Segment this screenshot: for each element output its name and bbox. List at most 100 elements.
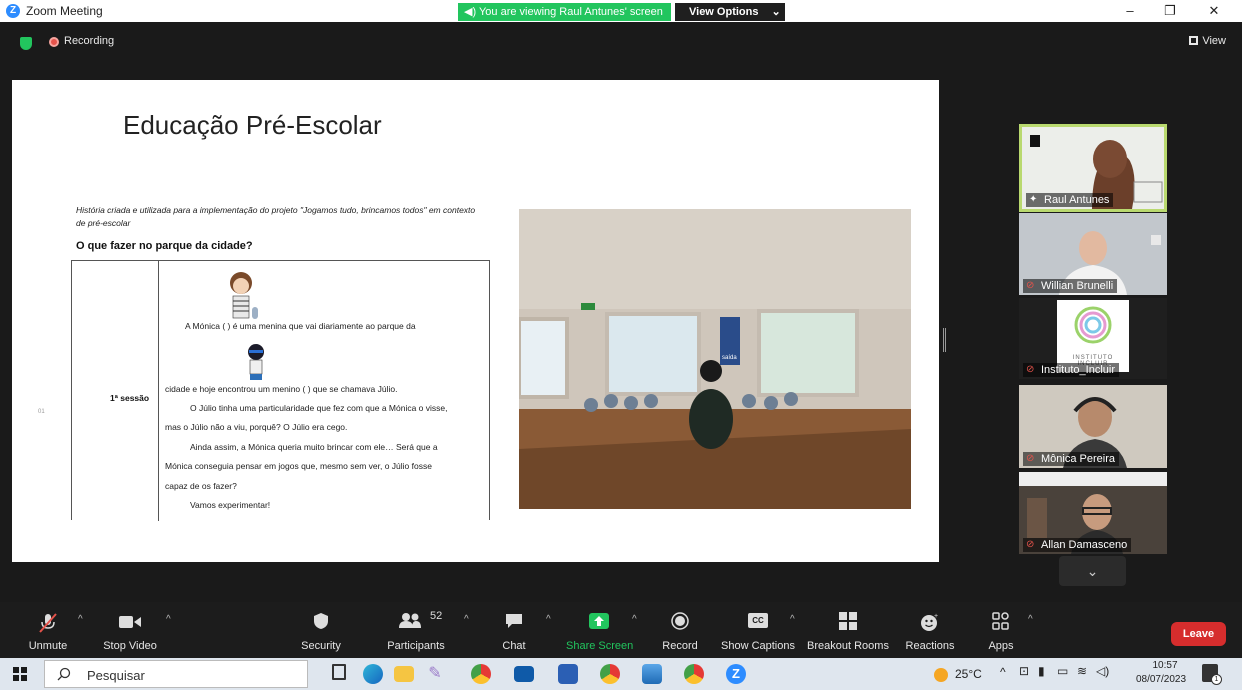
chevron-up-icon: ^: [546, 614, 551, 625]
photos-app-icon[interactable]: [642, 664, 662, 684]
security-button[interactable]: Security: [296, 602, 346, 658]
file-explorer-icon[interactable]: [394, 666, 414, 682]
edge-browser-icon[interactable]: [363, 664, 383, 684]
stop-video-label: Stop Video: [103, 640, 157, 652]
minimize-icon[interactable]: –: [1120, 3, 1140, 18]
grid-icon: [1189, 36, 1199, 45]
video-options-caret[interactable]: ^: [160, 602, 172, 658]
slide-heading: O que fazer no parque da cidade?: [76, 240, 253, 252]
tray-drive-icon[interactable]: ▭: [1057, 664, 1068, 678]
participants-options-caret[interactable]: ^: [458, 602, 470, 658]
task-view-icon[interactable]: [332, 664, 346, 680]
taskbar-search-box[interactable]: Pesquisar: [44, 660, 308, 688]
slide-note: História criada e utilizada para a imple…: [76, 205, 476, 228]
participant-name-label: Instituto_Incluir: [1041, 364, 1115, 376]
shared-screen: Educação Pré-Escolar História criada e u…: [12, 80, 939, 562]
meeting-toolbar: Unmute ^ Stop Video ^ Security 52 Partic…: [0, 602, 1242, 658]
cc-icon-text: CC: [752, 616, 764, 625]
notifications-icon[interactable]: 1: [1202, 664, 1222, 685]
panel-resize-handle[interactable]: [943, 328, 946, 352]
windows-taskbar: Pesquisar ✎ Z 25°C ^ ⊡ ▮ ▭ ≋ ◁) 10:57 08…: [0, 658, 1242, 690]
captions-options-caret[interactable]: ^: [784, 602, 796, 658]
wifi-icon[interactable]: ≋: [1077, 664, 1087, 678]
svg-text:+: +: [934, 613, 938, 620]
share-screen-label: Share Screen: [566, 640, 634, 652]
participant-tile[interactable]: Raul Antunes ✦: [1019, 124, 1167, 212]
chrome-profile-icon[interactable]: [600, 664, 620, 684]
chevron-up-icon: ^: [1028, 614, 1033, 625]
monica-illustration: [230, 272, 258, 319]
close-icon[interactable]: ✕: [1204, 3, 1224, 19]
share-screen-button[interactable]: Share Screen: [566, 602, 634, 658]
story-line: O Júlio tinha uma particularidade que fe…: [190, 403, 448, 413]
view-options-button[interactable]: View Options ⌄: [675, 3, 785, 21]
clock-time[interactable]: 10:57: [1140, 660, 1190, 671]
show-hidden-icons-icon[interactable]: ^: [1000, 665, 1006, 679]
cc-icon: CC: [748, 613, 768, 628]
breakout-rooms-icon: [839, 612, 857, 630]
tray-mic-icon[interactable]: ▮: [1038, 664, 1045, 678]
record-button[interactable]: Record: [656, 602, 704, 658]
apps-icon: [992, 612, 1009, 630]
zoom-app-icon[interactable]: Z: [726, 664, 746, 684]
participant-name-label: Allan Damasceno: [1041, 539, 1128, 551]
word-app-icon[interactable]: [558, 664, 578, 684]
reactions-button[interactable]: + Reactions: [902, 602, 958, 658]
participant-tile[interactable]: Allan Damasceno ⊘: [1019, 472, 1167, 554]
story-line: cidade e hoje encontrou um menino ( ) qu…: [165, 384, 398, 394]
search-icon: [57, 667, 71, 681]
participants-button[interactable]: 52 Participants: [380, 602, 452, 658]
recording-label: Recording: [64, 35, 115, 47]
classroom-photo: saída: [519, 209, 911, 509]
scroll-participants-down-button[interactable]: ⌄: [1059, 556, 1126, 586]
unmute-button[interactable]: Unmute: [24, 602, 72, 658]
encryption-shield-icon[interactable]: [20, 37, 32, 50]
share-options-caret[interactable]: ^: [626, 602, 638, 658]
windows-start-icon[interactable]: [13, 667, 27, 681]
classroom-scene: saída: [519, 209, 911, 509]
muted-mic-icon: [39, 613, 57, 633]
story-line: Ainda assim, a Mónica queria muito brinc…: [190, 442, 438, 452]
exit-sign: saída: [722, 355, 737, 361]
restore-icon[interactable]: ❐: [1160, 3, 1180, 19]
slide-title: Educação Pré-Escolar: [123, 110, 382, 140]
record-label: Record: [662, 640, 698, 652]
muted-mic-icon: ⊘: [1026, 364, 1035, 375]
participant-tile[interactable]: INSTITUTO INCLUIR Instituto_Incluir ⊘: [1019, 298, 1167, 379]
tray-app-icon[interactable]: ⊡: [1019, 664, 1029, 678]
story-line: mas o Júlio não a viu, porquê? O Júlio e…: [165, 422, 348, 432]
stop-video-button[interactable]: Stop Video: [100, 602, 160, 658]
volume-icon[interactable]: ◁): [1096, 664, 1109, 678]
participant-name-label: Mônica Pereira: [1041, 453, 1115, 465]
participant-tile[interactable]: Willian Brunelli ⊘: [1019, 213, 1167, 295]
chrome-profile-m-icon[interactable]: [684, 664, 704, 684]
speaker-icon: ◀): [464, 6, 477, 18]
breakout-rooms-label: Breakout Rooms: [807, 640, 889, 652]
instituto-logo: INSTITUTO INCLUIR: [1057, 300, 1129, 372]
weather-temperature[interactable]: 25°C: [955, 667, 982, 681]
participant-tile[interactable]: Mônica Pereira ⊘: [1019, 385, 1167, 468]
chrome-browser-icon[interactable]: [471, 664, 491, 684]
breakout-rooms-button[interactable]: Breakout Rooms: [806, 602, 890, 658]
leave-button[interactable]: Leave: [1171, 622, 1226, 646]
apps-button[interactable]: Apps: [980, 602, 1022, 658]
view-layout-button[interactable]: View: [1189, 35, 1226, 47]
window-title: Zoom Meeting: [26, 4, 103, 18]
security-label: Security: [301, 640, 341, 652]
pin-icon: ✦: [1029, 194, 1038, 205]
audio-options-caret[interactable]: ^: [72, 602, 84, 658]
apps-options-caret[interactable]: ^: [1022, 602, 1034, 658]
story-line: A Mónica ( ) é uma menina que vai diaria…: [185, 321, 416, 331]
mail-app-icon[interactable]: [514, 666, 534, 682]
story-table: 1ª sessão A Mónica ( ) é uma menina que …: [71, 260, 490, 521]
chat-label: Chat: [502, 640, 526, 652]
pen-app-icon[interactable]: ✎: [425, 664, 445, 684]
table-divider: [158, 261, 159, 521]
participant-name-label: Willian Brunelli: [1041, 280, 1114, 292]
view-options-label: View Options: [689, 6, 759, 18]
chevron-down-icon: ⌄: [1086, 563, 1099, 579]
clock-date[interactable]: 08/07/2023: [1130, 674, 1192, 685]
chat-button[interactable]: Chat: [492, 602, 536, 658]
chat-options-caret[interactable]: ^: [540, 602, 552, 658]
weather-sun-icon: [934, 668, 948, 682]
